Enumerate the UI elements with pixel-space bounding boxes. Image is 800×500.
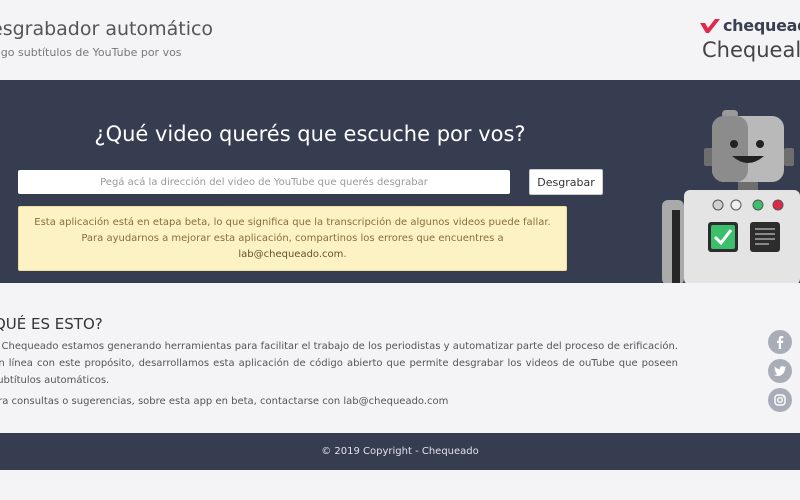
robot-neck xyxy=(738,182,758,190)
robot-button-green xyxy=(752,199,764,211)
alert-email-link[interactable]: lab@chequeado.com xyxy=(238,249,343,260)
site-footer: © 2019 Copyright - Chequeado xyxy=(0,433,800,470)
about-title: QUÉ ES ESTO? xyxy=(0,315,103,333)
robot-arm-left-stripe xyxy=(672,210,680,283)
beta-warning-alert: Esta aplicación está en etapa beta, lo q… xyxy=(18,206,567,271)
bottom-strip xyxy=(0,470,800,500)
instagram-icon[interactable] xyxy=(768,388,792,412)
brand-name: Chequeal xyxy=(702,38,800,62)
copyright-text: © 2019 Copyright - Chequeado xyxy=(321,446,479,457)
robot-ear-right xyxy=(784,148,794,166)
robot-eye-left xyxy=(730,140,738,148)
robot-head-shade xyxy=(712,116,748,182)
check-mark-icon xyxy=(700,18,720,33)
robot-check-screen xyxy=(711,225,735,249)
robot-illustration xyxy=(662,110,800,283)
video-url-input[interactable] xyxy=(18,170,510,194)
brand-logo-text: chequeado xyxy=(723,16,800,35)
contact-text: ara consultas o sugerencias, sobre esta … xyxy=(0,396,449,407)
hero-heading: ¿Qué video querés que escuche por vos? xyxy=(94,122,526,146)
about-text: n Chequeado estamos generando herramient… xyxy=(0,341,678,386)
robot-button-2 xyxy=(730,199,742,211)
facebook-icon[interactable] xyxy=(768,330,792,354)
hero-section: ¿Qué video querés que escuche por vos? D… xyxy=(0,80,800,283)
chequeado-logo[interactable]: chequeado xyxy=(700,16,800,35)
alert-end: . xyxy=(343,249,347,260)
alert-text: Esta aplicación está en etapa beta, lo q… xyxy=(34,217,551,244)
brand-block[interactable]: chequeado Chequeal xyxy=(700,14,800,74)
robot-button-1 xyxy=(712,199,724,211)
robot-eye-right xyxy=(756,140,764,148)
site-header: esgrabador automático aigo subtítulos de… xyxy=(0,0,800,80)
robot-button-red xyxy=(772,199,784,211)
about-section: QUÉ ES ESTO? n Chequeado estamos generan… xyxy=(0,283,800,433)
twitter-icon[interactable] xyxy=(768,359,792,383)
desgrabar-button[interactable]: Desgrabar xyxy=(529,169,603,195)
app-title: esgrabador automático xyxy=(0,18,214,40)
app-subtitle: aigo subtítulos de YouTube por vos xyxy=(0,46,182,59)
robot-text-panel xyxy=(750,222,780,252)
